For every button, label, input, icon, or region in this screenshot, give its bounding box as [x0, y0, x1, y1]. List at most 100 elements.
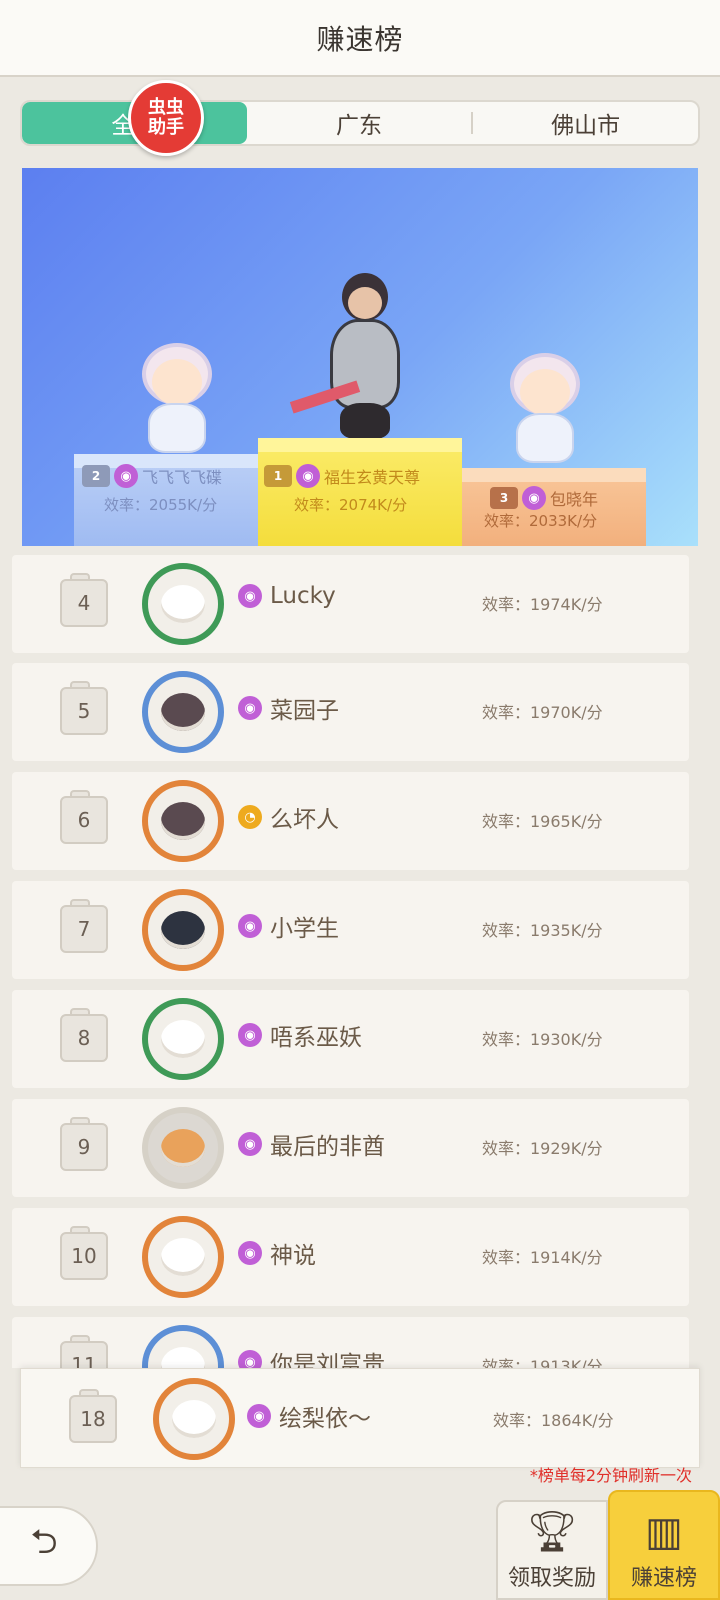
rank-box: 5	[60, 681, 108, 735]
tab-guangdong[interactable]: 广东	[247, 102, 472, 144]
watermark-badge: 虫虫 助手	[128, 80, 204, 156]
rank-number: 18	[80, 1407, 106, 1431]
rank-badge-icon: 2	[82, 465, 110, 487]
list-item[interactable]: 8 ◉ 唔系巫妖 效率：1930K/分	[12, 990, 689, 1088]
first-place-info: 1 ◉ 福生玄黄天尊	[264, 464, 420, 488]
claim-reward-button[interactable]: 🏆︎ 领取奖励	[496, 1500, 608, 1600]
vip-gold-icon: ◔	[238, 805, 262, 829]
third-place-rate: 效率：2033K/分	[484, 512, 598, 530]
second-place-avatar[interactable]	[122, 343, 232, 453]
avatar[interactable]	[142, 1216, 224, 1298]
vip-eye-icon: ◉	[296, 464, 320, 488]
rank-box: 9	[60, 1117, 108, 1171]
my-name: 绘梨依～	[279, 1406, 371, 1432]
vip-eye-icon: ◉	[238, 1350, 262, 1368]
second-place-name: 飞飞飞飞碟	[142, 468, 223, 487]
rank-box: 4	[60, 573, 108, 627]
tab-foshan[interactable]: 佛山市	[473, 102, 698, 144]
player-name: 你是刘富贵	[270, 1352, 385, 1368]
rank-number: 6	[77, 808, 91, 832]
avatar[interactable]	[142, 1325, 224, 1368]
second-place-rate: 效率：2055K/分	[104, 496, 218, 514]
efficiency-rate: 效率：1930K/分	[482, 1030, 603, 1049]
avatar[interactable]	[142, 998, 224, 1080]
ranking-list[interactable]: 4 ◉ Lucky 效率：1974K/分 5 ◉ 菜园子 效率：1970K/分 6 …	[0, 553, 720, 1368]
first-place-rate: 效率：2074K/分	[294, 496, 408, 514]
avatar[interactable]	[142, 671, 224, 753]
rank-number: 10	[71, 1244, 97, 1268]
third-place-info: 3 ◉ 包晓年	[490, 486, 598, 510]
avatar[interactable]	[142, 1107, 224, 1189]
back-arrow-icon: ⮌	[30, 1521, 58, 1562]
tab-label: 佛山市	[551, 113, 621, 139]
list-item[interactable]: 5 ◉ 菜园子 效率：1970K/分	[12, 663, 689, 761]
vip-eye-icon: ◉	[238, 1132, 262, 1156]
vip-eye-icon: ◉	[238, 914, 262, 938]
list-item[interactable]: 6 ◔ 么坏人 效率：1965K/分	[12, 772, 689, 870]
third-place-name: 包晓年	[550, 490, 599, 509]
watermark-line: 虫虫	[148, 97, 184, 118]
vip-eye-icon: ◉	[238, 1241, 262, 1265]
player-name: 唔系巫妖	[270, 1025, 362, 1051]
rank-box: 18	[69, 1389, 117, 1443]
rank-number: 8	[77, 1026, 91, 1050]
vip-eye-icon: ◉	[238, 1023, 262, 1047]
rank-number: 7	[77, 917, 91, 941]
speed-ranking-label: 赚速榜	[630, 1566, 697, 1591]
efficiency-rate: 效率：1965K/分	[482, 812, 603, 831]
tab-label: 广东	[336, 113, 382, 139]
rank-badge-icon: 1	[264, 465, 292, 487]
first-place-avatar[interactable]	[289, 273, 440, 443]
player-name: Lucky	[270, 583, 336, 609]
list-item[interactable]: 11 ◉ 你是刘富贵 效率：1913K/分	[12, 1317, 689, 1368]
rank-box: 11	[60, 1335, 108, 1368]
player-name: 么坏人	[270, 807, 339, 833]
efficiency-rate: 效率：1913K/分	[482, 1357, 603, 1368]
claim-reward-label: 领取奖励	[507, 1566, 596, 1591]
player-name: 小学生	[270, 916, 339, 942]
avatar[interactable]	[142, 780, 224, 862]
rank-number: 11	[71, 1353, 97, 1368]
rank-number: 4	[77, 591, 91, 615]
list-item[interactable]: 7 ◉ 小学生 效率：1935K/分	[12, 881, 689, 979]
back-button[interactable]: ⮌	[0, 1506, 98, 1586]
avatar[interactable]	[142, 889, 224, 971]
rank-badge-icon: 3	[490, 487, 518, 509]
vip-eye-icon: ◉	[114, 464, 138, 488]
vip-eye-icon: ◉	[247, 1404, 271, 1428]
vip-eye-icon: ◉	[238, 584, 262, 608]
vip-eye-icon: ◉	[522, 486, 546, 510]
first-place-name: 福生玄黄天尊	[324, 468, 421, 487]
page-header: 赚速榜	[0, 0, 720, 77]
refresh-note: *榜单每2分钟刷新一次	[529, 1466, 692, 1485]
my-efficiency-rate: 效率：1864K/分	[493, 1411, 614, 1430]
efficiency-rate: 效率：1935K/分	[482, 921, 603, 940]
efficiency-rate: 效率：1929K/分	[482, 1139, 603, 1158]
top3-podium: 2 ◉ 飞飞飞飞碟 效率：2055K/分 1 ◉ 福生玄黄天尊 效率：2074K…	[22, 168, 698, 546]
page-title: 赚速榜	[316, 22, 404, 56]
list-item[interactable]: 10 ◉ 神说 效率：1914K/分	[12, 1208, 689, 1306]
player-name: 菜园子	[270, 698, 339, 724]
vip-eye-icon: ◉	[238, 696, 262, 720]
player-name: 最后的非酋	[270, 1134, 385, 1160]
rank-number: 9	[77, 1135, 91, 1159]
player-name: 神说	[270, 1243, 316, 1269]
my-rank-row[interactable]: 18 ◉ 绘梨依～ 效率：1864K/分	[20, 1368, 700, 1468]
efficiency-rate: 效率：1974K/分	[482, 595, 603, 614]
list-item[interactable]: 9 ◉ 最后的非酋 效率：1929K/分	[12, 1099, 689, 1197]
third-place-avatar[interactable]	[490, 353, 600, 463]
rank-number: 5	[77, 699, 91, 723]
podium-icon: ▥	[645, 1509, 683, 1555]
efficiency-rate: 效率：1970K/分	[482, 703, 603, 722]
efficiency-rate: 效率：1914K/分	[482, 1248, 603, 1267]
watermark-line: 助手	[148, 117, 184, 138]
speed-ranking-button[interactable]: ▥ 赚速榜	[608, 1490, 720, 1600]
rank-box: 8	[60, 1008, 108, 1062]
rank-box: 6	[60, 790, 108, 844]
trophy-icon: 🏆︎	[526, 1509, 578, 1555]
my-avatar[interactable]	[153, 1378, 235, 1460]
list-item[interactable]: 4 ◉ Lucky 效率：1974K/分	[12, 555, 689, 653]
avatar[interactable]	[142, 563, 224, 645]
rank-box: 10	[60, 1226, 108, 1280]
region-tabs: 全国 广东 佛山市	[20, 100, 700, 146]
